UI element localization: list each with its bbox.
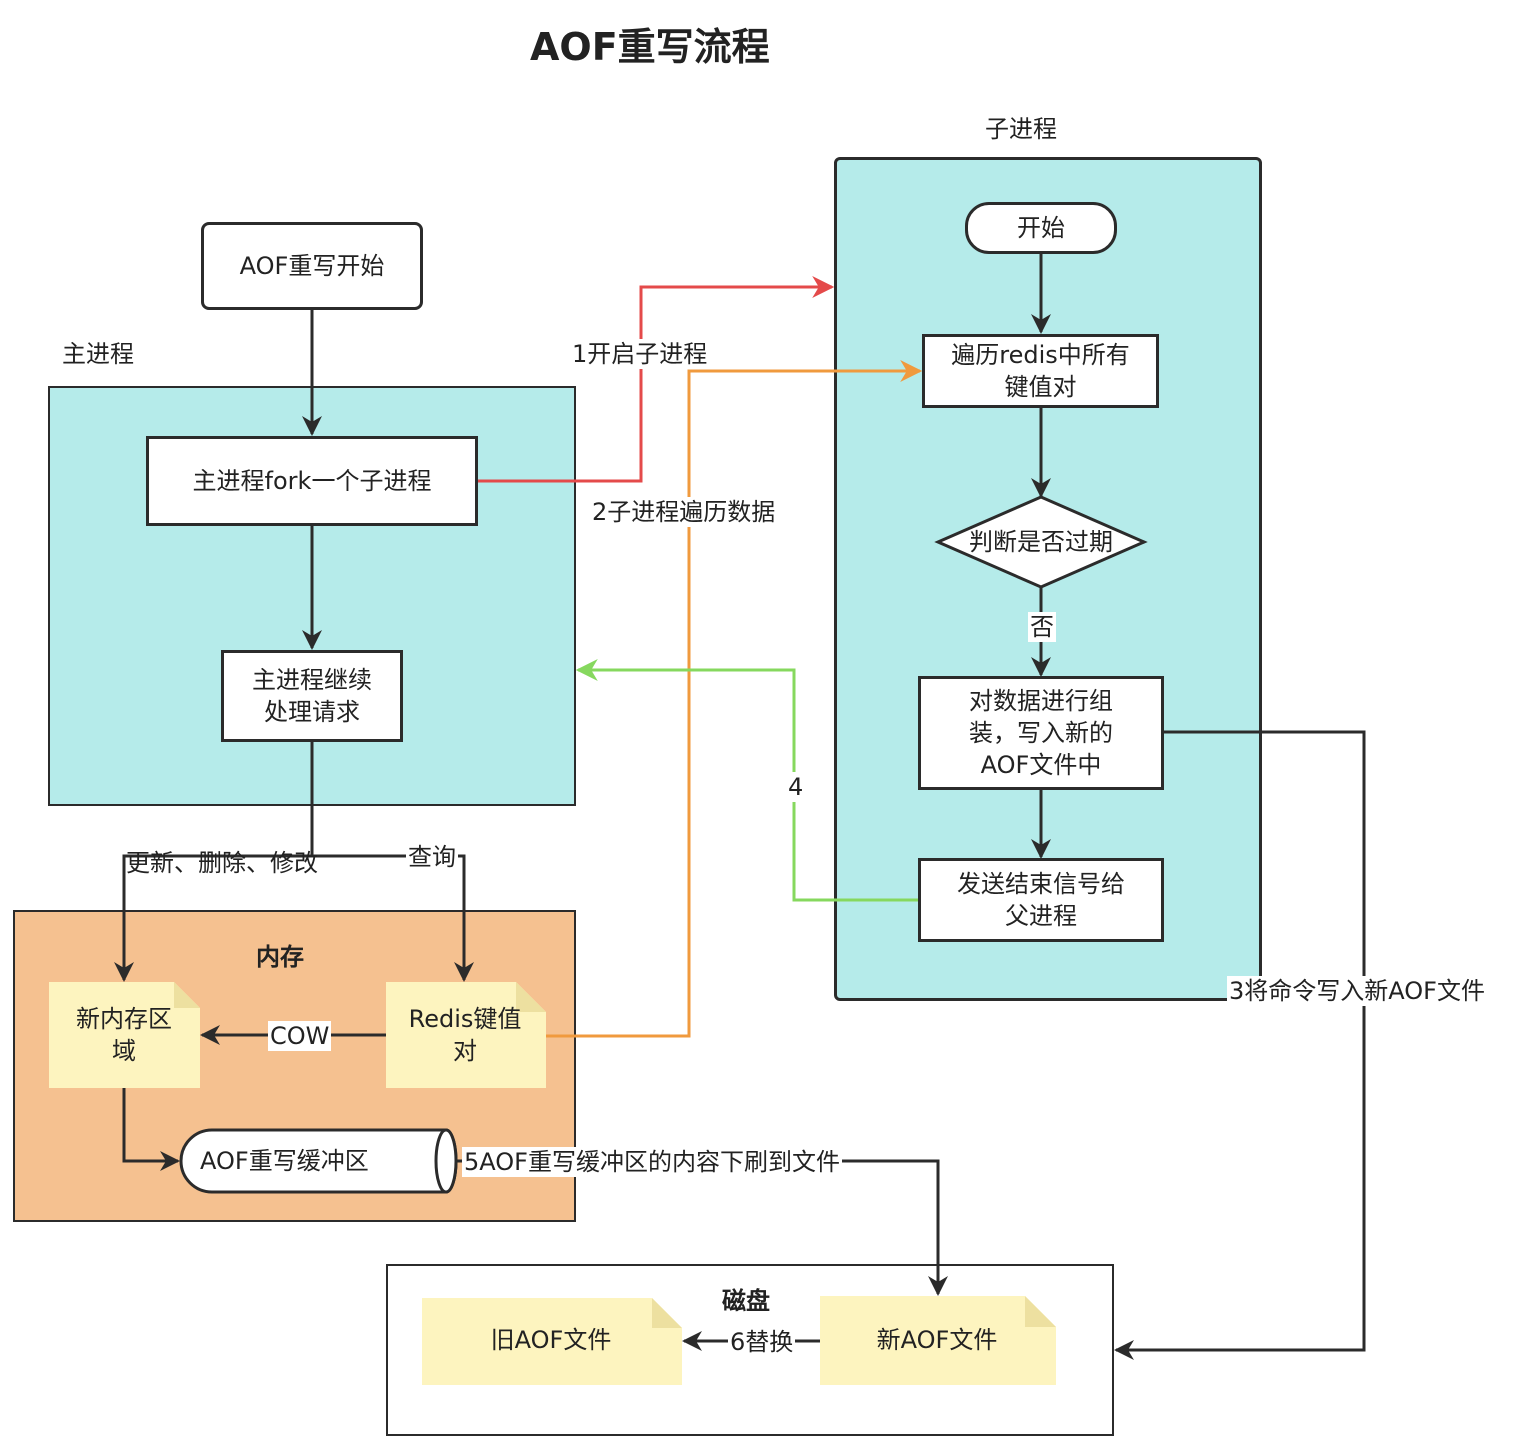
edge-buffer-to-new-aof xyxy=(456,1159,948,1296)
child-traverse-box: 遍历redis中所有 键值对 xyxy=(922,334,1159,408)
child-start: 开始 xyxy=(965,202,1117,254)
edge-assemble-to-disk xyxy=(1114,730,1366,1360)
edge-label-cow: COW xyxy=(268,1021,332,1051)
edge-label-query: 查询 xyxy=(406,842,458,872)
edge-continue-to-query xyxy=(312,854,474,982)
edge-label-step2: 2子进程遍历数据 xyxy=(590,497,778,527)
child-check-expired: 判断是否过期 xyxy=(969,528,1113,556)
child-assemble-box: 对数据进行组 装，写入新的 AOF文件中 xyxy=(918,676,1164,790)
main-fork-box: 主进程fork一个子进程 xyxy=(146,436,478,526)
edge-fork-child-red xyxy=(478,276,835,483)
aof-rewrite-buffer: AOF重写缓冲区 xyxy=(200,1147,369,1175)
edge-label-step1: 1开启子进程 xyxy=(570,339,710,369)
edge-label-step3: 3将命令写入新AOF文件 xyxy=(1227,976,1487,1006)
edge-signal-parent-green xyxy=(575,659,918,902)
main-continue-box: 主进程继续 处理请求 xyxy=(221,650,403,742)
edge-region-to-buffer xyxy=(122,1088,180,1171)
edge-label-step4: 4 xyxy=(786,772,806,802)
edge-label-update: 更新、删除、修改 xyxy=(126,849,318,877)
edge-label-no: 否 xyxy=(1028,612,1056,642)
edge-label-step6: 6替换 xyxy=(728,1327,796,1357)
aof-rewrite-start: AOF重写开始 xyxy=(201,222,423,310)
edge-traverse-data-orange xyxy=(546,360,923,1038)
edge-label-step5: 5AOF重写缓冲区的内容下刷到文件 xyxy=(462,1147,842,1177)
child-signal-box: 发送结束信号给 父进程 xyxy=(918,858,1164,942)
